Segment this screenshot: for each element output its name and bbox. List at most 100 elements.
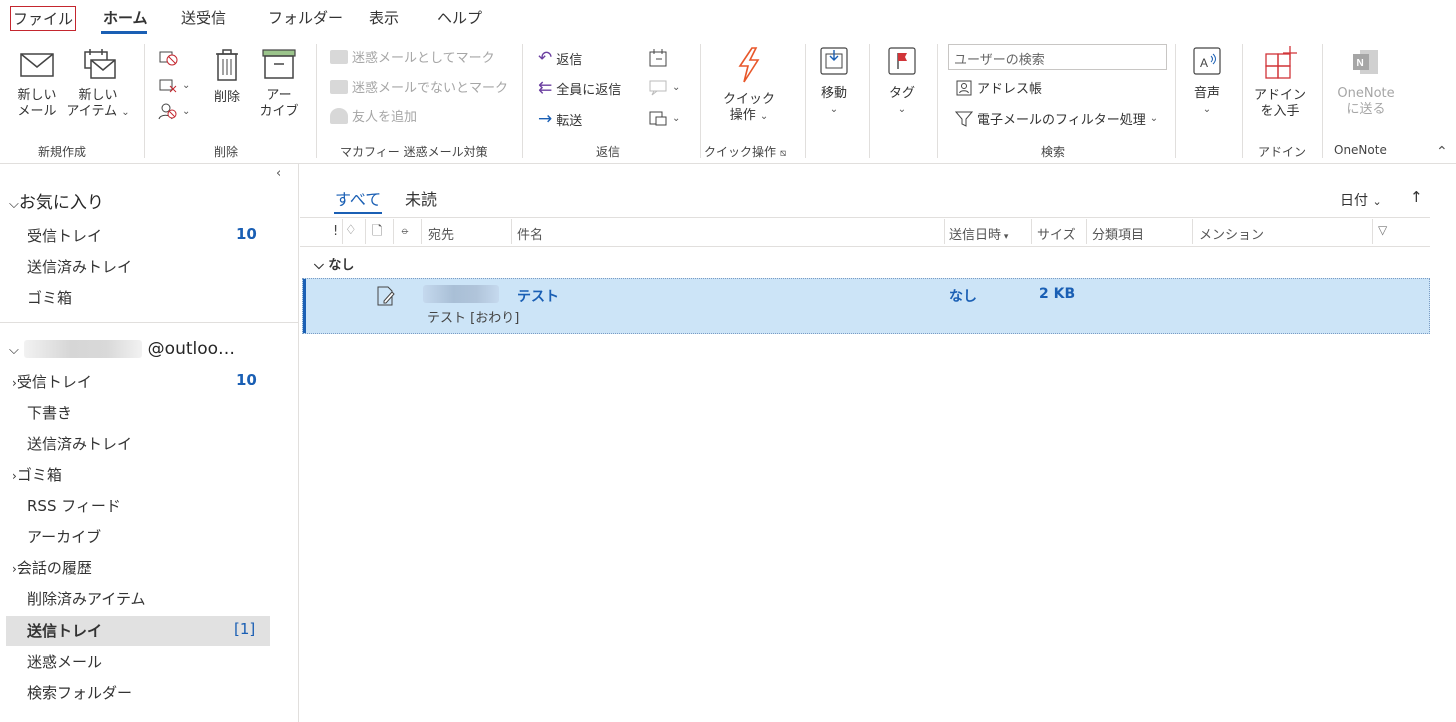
add-friend-icon: [330, 108, 348, 124]
archive-icon: [261, 48, 297, 80]
chevron-down-icon: ⌵: [314, 258, 328, 273]
blurred-recipient: [423, 285, 499, 303]
selection-bar: [303, 279, 306, 333]
onenote-icon: N: [1350, 46, 1382, 78]
get-addins-button[interactable]: アドインを入手: [1252, 44, 1308, 120]
mcafee-junk-icon: [330, 50, 348, 64]
group-header-none[interactable]: ⌵ なし: [314, 254, 354, 273]
chevron-down-icon: ⌄: [1372, 195, 1381, 208]
icon-col-icon[interactable]: 🗋: [372, 222, 382, 244]
im-button[interactable]: ⌄: [648, 78, 680, 96]
ignore-button[interactable]: [158, 48, 178, 66]
divider: [1242, 44, 1243, 158]
lightning-icon: [734, 46, 764, 84]
new-items-icon: [79, 48, 117, 80]
reminder-col-icon[interactable]: ♢: [345, 223, 357, 238]
more-respond-button[interactable]: ⌄: [648, 109, 680, 127]
folder-fav-trash[interactable]: ゴミ箱: [27, 287, 72, 308]
address-book-button[interactable]: アドレス帳: [955, 78, 1042, 97]
delete-button[interactable]: 削除: [206, 48, 248, 106]
speech-button[interactable]: A 音声⌄: [1186, 46, 1228, 118]
column-size[interactable]: サイズ: [1037, 224, 1076, 243]
active-filter-indicator: [334, 212, 382, 214]
archive-button[interactable]: アーカイブ: [256, 48, 302, 120]
sort-direction-arrow-icon[interactable]: ↑: [1410, 188, 1423, 206]
junk-person-icon: [158, 102, 178, 120]
move-button[interactable]: 移動⌄: [812, 46, 856, 118]
chevron-down-icon: ⌄: [1150, 113, 1158, 124]
tab-all[interactable]: すべて: [335, 186, 381, 210]
collapse-ribbon-icon[interactable]: ⌃: [1436, 144, 1448, 160]
meeting-button[interactable]: [648, 48, 668, 68]
divider: [1372, 219, 1373, 244]
ignore-icon: [158, 48, 178, 66]
folder-outbox[interactable]: 送信トレイ: [27, 620, 102, 641]
folder-fav-sent[interactable]: 送信済みトレイ: [27, 256, 132, 277]
folder-drafts[interactable]: 下書き: [27, 402, 72, 423]
mark-junk-button[interactable]: 迷惑メールとしてマーク: [330, 47, 495, 66]
chevron-down-icon: ⌄: [880, 102, 924, 118]
addins-icon: [1260, 44, 1300, 80]
cleanup-button[interactable]: ⌄: [158, 76, 190, 94]
tab-view[interactable]: 表示: [369, 7, 399, 28]
group-onenote-label: OneNote: [1334, 143, 1387, 157]
folder-fav-inbox[interactable]: 受信トレイ: [27, 225, 102, 246]
reply-button[interactable]: ↶返信: [538, 48, 582, 68]
group-respond-label: 返信: [596, 143, 620, 160]
mail-icon: [19, 50, 55, 80]
trash-icon: [213, 48, 241, 82]
divider: [300, 217, 1430, 218]
column-subject[interactable]: 件名: [517, 224, 543, 243]
tab-unread[interactable]: 未読: [405, 186, 437, 210]
folder-deleted-items[interactable]: 削除済みアイテム: [27, 588, 146, 609]
tab-home[interactable]: ホーム: [103, 7, 148, 28]
new-items-button[interactable]: 新しいアイテム ⌄: [66, 48, 130, 121]
new-mail-button[interactable]: 新しいメール: [12, 50, 62, 120]
sort-by-date[interactable]: 日付 ⌄: [1340, 190, 1382, 210]
blurred-account-name: [24, 340, 142, 358]
column-sent[interactable]: 送信日時 ▾: [949, 224, 1008, 243]
divider: [522, 44, 523, 158]
tab-help[interactable]: ヘルプ: [437, 7, 482, 28]
importance-col-icon[interactable]: !: [333, 224, 338, 239]
junk-button[interactable]: ⌄: [158, 102, 190, 120]
divider: [1322, 44, 1323, 158]
tab-folder[interactable]: フォルダー: [268, 7, 343, 28]
tab-file[interactable]: ファイル: [10, 6, 76, 31]
mark-not-junk-button[interactable]: 迷惑メールでないとマーク: [330, 77, 508, 96]
folder-trash[interactable]: ›ゴミ箱: [12, 464, 62, 485]
column-to[interactable]: 宛先: [428, 224, 454, 243]
divider: [1086, 219, 1087, 244]
reply-all-button[interactable]: ⇇全員に返信: [538, 78, 621, 98]
quick-steps-button[interactable]: クイック操作 ⌄: [716, 46, 782, 125]
collapse-pane-icon[interactable]: ‹: [276, 166, 281, 181]
forward-button[interactable]: →転送: [538, 109, 582, 129]
search-people-input[interactable]: ユーザーの検索: [948, 44, 1167, 70]
column-mention[interactable]: メンション: [1199, 224, 1264, 243]
add-friend-button[interactable]: 友人を追加: [330, 106, 417, 125]
message-sent: なし: [949, 286, 977, 306]
divider: [700, 44, 701, 158]
folder-rss[interactable]: RSS フィード: [27, 495, 121, 516]
filter-col-icon[interactable]: ▽: [1378, 223, 1387, 237]
folder-inbox[interactable]: ›受信トレイ: [12, 371, 92, 392]
folder-search-folders[interactable]: 検索フォルダー: [27, 682, 132, 703]
chevron-down-icon: ⌵: [9, 343, 19, 358]
table-row[interactable]: テスト テスト [おわり] なし 2 KB: [302, 278, 1430, 334]
tags-button[interactable]: タグ⌄: [880, 46, 924, 118]
folder-pane: ‹ ⌵お気に入り 受信トレイ 10 送信済みトレイ ゴミ箱 ⌵ @outloo……: [0, 164, 299, 722]
divider: [869, 44, 870, 158]
im-reply-icon: [648, 78, 668, 96]
send-to-onenote-button[interactable]: N OneNoteに送る: [1330, 46, 1402, 118]
favorites-header[interactable]: ⌵お気に入り: [9, 188, 104, 213]
folder-sent[interactable]: 送信済みトレイ: [27, 433, 132, 454]
filter-email-button[interactable]: 電子メールのフィルター処理⌄: [955, 109, 1158, 128]
column-category[interactable]: 分類項目: [1092, 224, 1144, 243]
folder-junk[interactable]: 迷惑メール: [27, 651, 102, 672]
tab-send-receive[interactable]: 送受信: [181, 7, 226, 28]
attachment-col-icon[interactable]: ⦵: [400, 223, 410, 238]
svg-text:N: N: [1357, 58, 1364, 69]
account-header[interactable]: ⌵ @outloo…: [9, 339, 235, 359]
folder-archive[interactable]: アーカイブ: [27, 526, 101, 547]
folder-conversation-history[interactable]: ›会話の履歴: [12, 557, 92, 578]
